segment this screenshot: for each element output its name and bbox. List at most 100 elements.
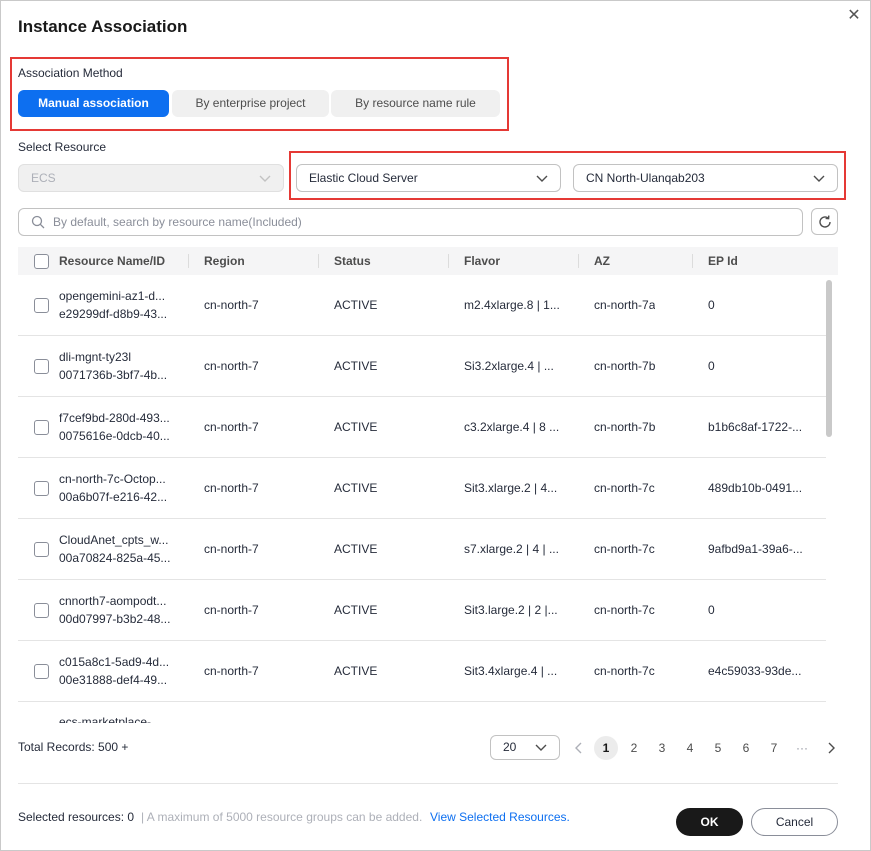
resource-status: ACTIVE xyxy=(334,481,378,495)
resource-id: 0071736b-3bf7-4b... xyxy=(59,368,168,382)
column-separator xyxy=(578,254,579,268)
row-checkbox[interactable] xyxy=(34,420,49,435)
resource-region: cn-north-7 xyxy=(204,542,259,556)
resource-ep-id: e4c59033-93de... xyxy=(708,664,802,678)
table-header: Resource Name/ID Region Status Flavor AZ… xyxy=(18,247,838,275)
page-1[interactable]: 1 xyxy=(594,736,618,760)
resource-region: cn-north-7 xyxy=(204,603,259,617)
manual-association-button[interactable]: Manual association xyxy=(18,90,169,117)
resource-type-select[interactable]: Elastic Cloud Server xyxy=(296,164,561,192)
resource-status: ACTIVE xyxy=(334,542,378,556)
column-separator xyxy=(692,254,693,268)
resource-flavor: c3.2xlarge.4 | 8 ... xyxy=(464,420,560,434)
table-row[interactable]: CloudAnet_cpts_w... 00a70824-825a-45... … xyxy=(18,519,826,580)
search-icon xyxy=(31,215,45,229)
table-row[interactable]: f7cef9bd-280d-493... 0075616e-0dcb-40...… xyxy=(18,397,826,458)
page-ellipsis[interactable]: ··· xyxy=(790,736,814,760)
max-resources-note: | A maximum of 5000 resource groups can … xyxy=(141,810,423,824)
ok-button[interactable]: OK xyxy=(676,808,743,836)
resource-table: Resource Name/ID Region Status Flavor AZ… xyxy=(18,247,838,723)
resource-az: cn-north-7b xyxy=(594,420,656,434)
chevron-down-icon xyxy=(813,173,825,183)
resource-flavor: s7.xlarge.2 | 4 | ... xyxy=(464,542,559,556)
row-checkbox[interactable] xyxy=(34,481,49,496)
search-box xyxy=(18,208,803,236)
region-select-value: CN North-Ulanqab203 xyxy=(586,171,705,185)
page-5[interactable]: 5 xyxy=(706,736,730,760)
resource-flavor: Sit3.large.2 | 2 |... xyxy=(464,603,558,617)
resource-status: ACTIVE xyxy=(334,359,378,373)
table-row[interactable]: dli-mgnt-ty23l 0071736b-3bf7-4b... cn-no… xyxy=(18,336,826,397)
resource-az: cn-north-7a xyxy=(594,298,656,312)
resource-id: 00a6b07f-e216-42... xyxy=(59,490,168,504)
dialog-title: Instance Association xyxy=(18,17,188,36)
column-separator xyxy=(188,254,189,268)
resource-name: c015a8c1-5ad9-4d... xyxy=(59,655,170,669)
select-resource-label: Select Resource xyxy=(18,140,107,154)
table-row[interactable]: ecs-marketplace- xyxy=(18,702,826,723)
resource-name: cnnorth7-aompodt... xyxy=(59,594,167,608)
by-enterprise-project-button[interactable]: By enterprise project xyxy=(172,90,329,117)
resource-region: cn-north-7 xyxy=(204,481,259,495)
table-row[interactable]: opengemini-az1-d... e29299df-d8b9-43... … xyxy=(18,275,826,336)
service-select: ECS xyxy=(18,164,284,192)
row-checkbox[interactable] xyxy=(34,542,49,557)
table-row[interactable]: c015a8c1-5ad9-4d... 00e31888-def4-49... … xyxy=(18,641,826,702)
page-3[interactable]: 3 xyxy=(650,736,674,760)
resource-name: opengemini-az1-d... xyxy=(59,289,166,303)
column-header-ep-id: EP Id xyxy=(708,254,738,268)
table-row[interactable]: cn-north-7c-Octop... 00a6b07f-e216-42...… xyxy=(18,458,826,519)
page-size-select[interactable]: 20 xyxy=(490,735,560,760)
table-row[interactable]: cnnorth7-aompodt... 00d07997-b3b2-48... … xyxy=(18,580,826,641)
prev-page-icon[interactable] xyxy=(573,741,585,755)
resource-name: f7cef9bd-280d-493... xyxy=(59,411,170,425)
refresh-button[interactable] xyxy=(811,208,838,235)
resource-name: CloudAnet_cpts_w... xyxy=(59,533,169,547)
column-header-status: Status xyxy=(334,254,371,268)
resource-ep-id: 0 xyxy=(708,359,715,373)
column-separator xyxy=(318,254,319,268)
resource-ep-id: 0 xyxy=(708,603,715,617)
by-resource-name-rule-button[interactable]: By resource name rule xyxy=(331,90,500,117)
resource-status: ACTIVE xyxy=(334,298,378,312)
resource-type-value: Elastic Cloud Server xyxy=(309,171,418,185)
resource-ep-id: 9afbd9a1-39a6-... xyxy=(708,542,803,556)
resource-flavor: Sit3.xlarge.2 | 4... xyxy=(464,481,558,495)
chevron-down-icon xyxy=(259,173,271,183)
resource-id: 0075616e-0dcb-40... xyxy=(59,429,170,443)
resource-region: cn-north-7 xyxy=(204,664,259,678)
select-all-checkbox[interactable] xyxy=(34,254,49,269)
resource-region: cn-north-7 xyxy=(204,298,259,312)
resource-az: cn-north-7c xyxy=(594,542,655,556)
close-icon[interactable]: ✕ xyxy=(846,8,862,24)
resource-status: ACTIVE xyxy=(334,603,378,617)
resource-id: e29299df-d8b9-43... xyxy=(59,307,168,321)
column-header-region: Region xyxy=(204,254,245,268)
next-page-icon[interactable] xyxy=(825,741,837,755)
resource-ep-id: 0 xyxy=(708,298,715,312)
region-select[interactable]: CN North-Ulanqab203 xyxy=(573,164,838,192)
table-scrollbar[interactable] xyxy=(826,280,832,437)
row-checkbox[interactable] xyxy=(34,603,49,618)
search-input[interactable] xyxy=(53,212,793,232)
row-checkbox[interactable] xyxy=(34,664,49,679)
page-7[interactable]: 7 xyxy=(762,736,786,760)
resource-ep-id: 489db10b-0491... xyxy=(708,481,803,495)
row-checkbox[interactable] xyxy=(34,298,49,313)
resource-name: ecs-marketplace- xyxy=(59,715,152,723)
resource-ep-id: b1b6c8af-1722-... xyxy=(708,420,803,434)
cancel-button[interactable]: Cancel xyxy=(751,808,838,836)
page-4[interactable]: 4 xyxy=(678,736,702,760)
view-selected-resources-link[interactable]: View Selected Resources. xyxy=(430,810,570,824)
column-header-az: AZ xyxy=(594,254,610,268)
selected-resources-count: Selected resources: 0 xyxy=(18,810,135,824)
instance-association-dialog: Instance Association ✕ Association Metho… xyxy=(0,0,871,851)
row-checkbox[interactable] xyxy=(34,359,49,374)
resource-flavor: Si3.2xlarge.4 | ... xyxy=(464,359,554,373)
page-2[interactable]: 2 xyxy=(622,736,646,760)
resource-status: ACTIVE xyxy=(334,420,378,434)
chevron-down-icon xyxy=(536,173,548,183)
page-6[interactable]: 6 xyxy=(734,736,758,760)
column-header-flavor: Flavor xyxy=(464,254,501,268)
resource-region: cn-north-7 xyxy=(204,359,259,373)
